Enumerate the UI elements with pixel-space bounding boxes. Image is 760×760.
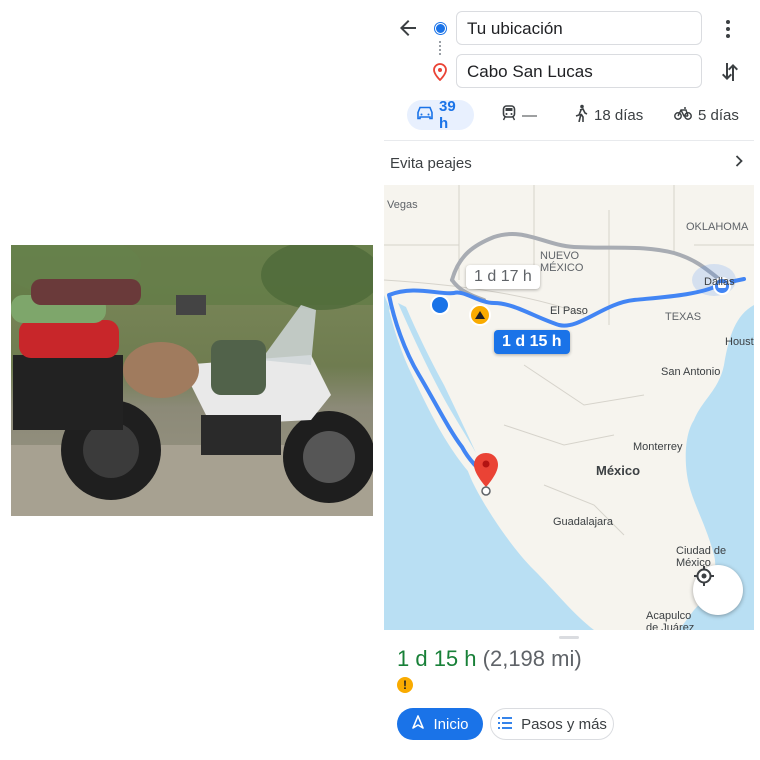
origin-dot-icon [435, 23, 446, 34]
mode-cycling[interactable]: 5 días [674, 100, 739, 130]
destination-pin-icon [433, 63, 447, 86]
mode-transit-label: — [522, 106, 537, 124]
directions-panel: Tu ubicación Cabo San Lucas 39 h — 18 dí… [384, 0, 754, 760]
mode-walking[interactable]: 18 días [574, 100, 643, 130]
origin-field[interactable]: Tu ubicación [456, 11, 702, 45]
warning-icon[interactable]: ! [397, 677, 413, 693]
route-distance: (2,198 mi) [482, 646, 582, 671]
list-icon [497, 716, 513, 733]
back-arrow-icon[interactable] [396, 16, 420, 40]
start-navigation-button[interactable]: Inicio [397, 708, 483, 740]
swap-icon[interactable] [718, 60, 742, 84]
map-label-oklahoma: OKLAHOMA [686, 221, 749, 233]
map-label-san-antonio: San Antonio [661, 366, 721, 378]
mode-cycling-label: 5 días [698, 106, 739, 124]
map-label-el-paso: El Paso [550, 305, 588, 317]
avoid-tolls-label: Evita peajes [390, 154, 472, 172]
route-connector-dots [439, 41, 441, 55]
map-label-acapulco: Acapulco de Juárez [646, 610, 695, 630]
motorcycle-photo [11, 245, 373, 516]
walk-icon [574, 104, 588, 126]
navigation-arrow-icon [411, 715, 425, 733]
more-options-icon[interactable] [721, 18, 735, 40]
chevron-right-icon [732, 154, 746, 172]
avoid-tolls-option[interactable]: Evita peajes [390, 150, 746, 176]
divider [384, 140, 754, 141]
bike-icon [674, 106, 692, 124]
transit-icon [502, 105, 516, 125]
route-map[interactable]: Vegas NUEVO MÉXICO OKLAHOMA El Paso TEXA… [384, 185, 754, 630]
steps-button[interactable]: Pasos y más [490, 708, 614, 740]
sheet-drag-handle[interactable] [559, 636, 579, 639]
map-label-guadalajara: Guadalajara [553, 516, 613, 528]
mode-transit[interactable]: — [502, 100, 537, 130]
route-summary: 1 d 15 h (2,198 mi) [397, 646, 582, 672]
car-icon [417, 106, 433, 124]
map-label-monterrey: Monterrey [633, 441, 683, 453]
mode-walking-label: 18 días [594, 106, 644, 124]
start-label: Inicio [433, 715, 469, 733]
route-duration: 1 d 15 h [397, 646, 477, 671]
map-label-dallas: Dallas [704, 276, 735, 288]
my-location-button[interactable] [693, 565, 743, 615]
map-label-mexico: México [596, 463, 641, 478]
route-main-label[interactable]: 1 d 15 h [494, 330, 570, 354]
map-label-texas: TEXAS [665, 311, 702, 323]
mode-driving[interactable]: 39 h [407, 98, 474, 132]
steps-label: Pasos y más [521, 715, 607, 733]
map-label-vegas: Vegas [387, 199, 418, 211]
mode-driving-label: 39 h [439, 98, 456, 132]
map-label-nuevo-mexico: NUEVO MÉXICO [540, 250, 584, 274]
destination-field[interactable]: Cabo San Lucas [456, 54, 702, 88]
route-alt-label[interactable]: 1 d 17 h [466, 265, 540, 289]
map-label-houston: Houst [725, 336, 754, 348]
